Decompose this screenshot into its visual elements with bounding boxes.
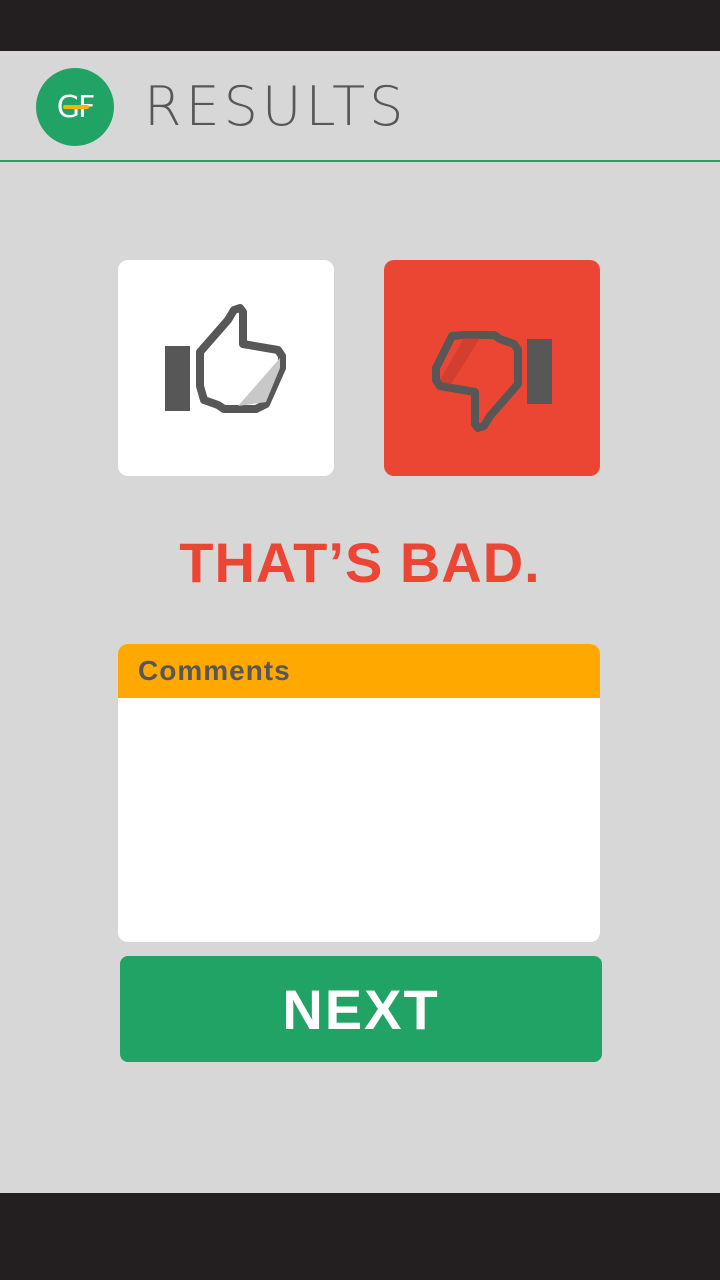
next-button[interactable]: NEXT — [120, 956, 602, 1062]
logo-bar-icon — [63, 105, 89, 109]
thumbs-down-button[interactable] — [384, 260, 600, 476]
thumbs-down-icon — [432, 331, 552, 432]
app-screen: GF RESULTS THAT’S BAD. Comments NEXT — [0, 51, 720, 1193]
app-logo: GF — [36, 68, 114, 146]
comments-input[interactable] — [118, 698, 600, 942]
thumbs-up-icon — [165, 304, 286, 413]
app-header: GF RESULTS — [0, 51, 720, 162]
rating-verdict: THAT’S BAD. — [179, 531, 541, 594]
navigation-bar — [0, 1193, 720, 1280]
comments-label: Comments — [118, 644, 600, 698]
status-bar — [0, 0, 720, 51]
comments-panel: Comments — [118, 644, 600, 942]
thumbs-up-button[interactable] — [118, 260, 334, 476]
page-title: RESULTS — [144, 75, 408, 138]
